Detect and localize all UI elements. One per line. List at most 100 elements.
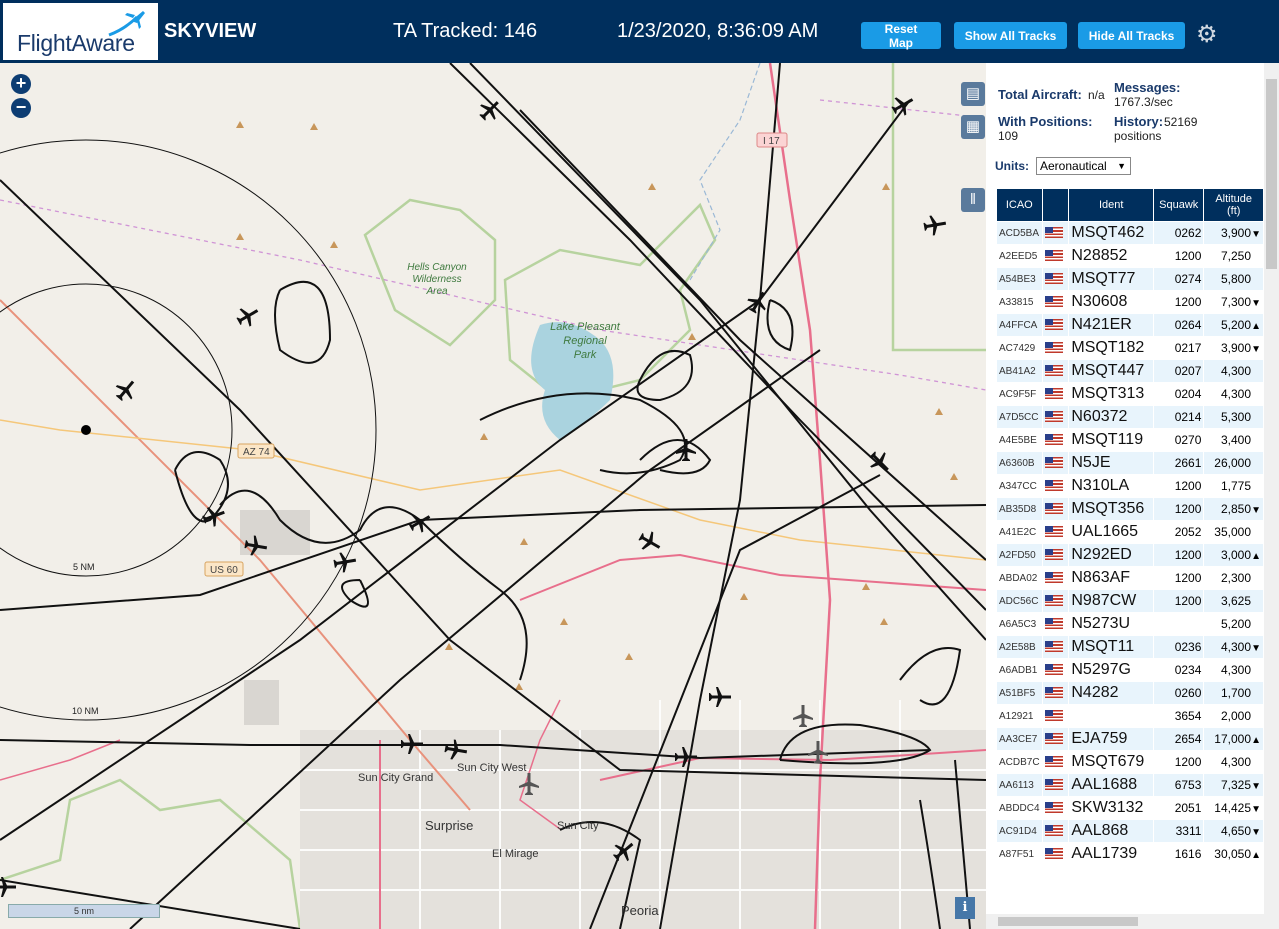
table-row[interactable]: A2FD50 N292ED 1200 3,000▲ xyxy=(997,544,1263,566)
grid-icon[interactable]: ▦ xyxy=(961,115,985,139)
table-row[interactable]: AC91D4 AAL868 3311 4,650▼ xyxy=(997,820,1263,842)
table-row[interactable]: A87F51 AAL1739 1616 30,050▲ xyxy=(997,843,1263,865)
aircraft-squawk: 2661 xyxy=(1153,452,1204,474)
table-row[interactable]: AB41A2 MSQT447 0207 4,300 xyxy=(997,360,1263,382)
aircraft-ident: N310LA xyxy=(1069,475,1153,497)
col-icao[interactable]: ICAO xyxy=(997,189,1042,221)
svg-text:Peoria: Peoria xyxy=(621,903,659,918)
aircraft-icon[interactable] xyxy=(233,302,262,330)
zoom-out-button[interactable]: − xyxy=(11,98,31,118)
table-row[interactable]: A6360B N5JE 2661 26,000 xyxy=(997,452,1263,474)
reset-map-button[interactable]: Reset Map xyxy=(861,22,941,50)
table-row[interactable]: A347CC N310LA 1200 1,775 xyxy=(997,475,1263,497)
aircraft-ident: N4282 xyxy=(1069,682,1153,704)
flag-icon xyxy=(1042,291,1069,313)
table-row[interactable]: A6A5C3 N5273U 5,200 xyxy=(997,613,1263,635)
aircraft-icon[interactable] xyxy=(111,375,140,405)
table-row[interactable]: A4FFCA N421ER 0264 5,200▲ xyxy=(997,314,1263,336)
altitude-value: 17,000 xyxy=(1214,732,1251,746)
table-row[interactable]: ACDB7C MSQT679 1200 4,300 xyxy=(997,751,1263,773)
aircraft-icao: A41E2C xyxy=(997,521,1042,543)
horizontal-scrollbar[interactable] xyxy=(986,914,1264,929)
aircraft-icon[interactable] xyxy=(793,705,813,727)
table-row[interactable]: A2E58B MSQT11 0236 4,300▼ xyxy=(997,636,1263,658)
aircraft-icao: A12921 xyxy=(997,705,1042,727)
gear-icon[interactable]: ⚙ xyxy=(1196,20,1218,49)
columns-icon[interactable]: ‖ xyxy=(961,188,985,212)
us-flag-icon xyxy=(1044,273,1063,285)
show-all-tracks-button[interactable]: Show All Tracks xyxy=(954,22,1067,49)
table-row[interactable]: ABDA02 N863AF 1200 2,300 xyxy=(997,567,1263,589)
table-row[interactable]: A6ADB1 N5297G 0234 4,300 xyxy=(997,659,1263,681)
table-row[interactable]: A51BF5 N4282 0260 1,700 xyxy=(997,682,1263,704)
map-canvas[interactable]: AZ 74 US 60 I 17 Hells Canyon Wilderness… xyxy=(0,63,986,929)
aircraft-icao: A4FFCA xyxy=(997,314,1042,336)
table-row[interactable]: AC7429 MSQT182 0217 3,900▼ xyxy=(997,337,1263,359)
aircraft-icon[interactable] xyxy=(922,213,947,237)
map-view[interactable]: AZ 74 US 60 I 17 Hells Canyon Wilderness… xyxy=(0,63,986,929)
aircraft-ident: N5297G xyxy=(1069,659,1153,681)
svg-text:Sun City West: Sun City West xyxy=(457,762,527,774)
table-row[interactable]: AA6113 AAL1688 6753 7,325▼ xyxy=(997,774,1263,796)
aircraft-table: ICAO Ident Squawk Altitude (ft) ACD5BA MSQ… xyxy=(996,188,1264,866)
aircraft-icon[interactable] xyxy=(475,95,505,125)
receiver-location xyxy=(81,425,91,435)
us60-label: US 60 xyxy=(210,565,238,576)
table-row[interactable]: A54BE3 MSQT77 0274 5,800 xyxy=(997,268,1263,290)
table-row[interactable]: AC9F5F MSQT313 0204 4,300 xyxy=(997,383,1263,405)
col-altitude[interactable]: Altitude (ft) xyxy=(1204,189,1263,221)
i17-label: I 17 xyxy=(763,136,780,147)
col-ident[interactable]: Ident xyxy=(1069,189,1153,221)
table-row[interactable]: AB35D8 MSQT356 1200 2,850▼ xyxy=(997,498,1263,520)
table-row[interactable]: ABDDC4 SKW3132 2051 14,425▼ xyxy=(997,797,1263,819)
col-squawk[interactable]: Squawk xyxy=(1153,189,1204,221)
table-row[interactable]: A41E2C UAL1665 2052 35,000 xyxy=(997,521,1263,543)
col-flag[interactable] xyxy=(1042,189,1069,221)
stream xyxy=(689,63,761,281)
altitude-value: 3,400 xyxy=(1220,433,1251,447)
us-flag-icon xyxy=(1044,411,1063,423)
table-row[interactable]: ACD5BA MSQT462 0262 3,900▼ xyxy=(997,222,1263,244)
map-layers-icon[interactable]: ▤ xyxy=(961,82,985,106)
flag-icon xyxy=(1042,222,1069,244)
hide-all-tracks-button[interactable]: Hide All Tracks xyxy=(1078,22,1185,49)
aircraft-ident: N292ED xyxy=(1069,544,1153,566)
table-row[interactable]: A2EED5 N28852 1200 7,250 xyxy=(997,245,1263,267)
sidebar-panel: Total Aircraft: n/a Messages: 1767.3/sec… xyxy=(986,63,1279,929)
table-row[interactable]: ADC56C N987CW 1200 3,625 xyxy=(997,590,1263,612)
altitude-value: 5,200 xyxy=(1220,318,1251,332)
units-label: Units: xyxy=(995,159,1029,173)
info-icon[interactable]: i xyxy=(955,897,975,919)
aircraft-icao: AB41A2 xyxy=(997,360,1042,382)
history-unit: positions xyxy=(1114,129,1162,143)
aircraft-ident: N30608 xyxy=(1069,291,1153,313)
aircraft-altitude: 4,300▼ xyxy=(1204,636,1263,658)
flag-icon xyxy=(1042,544,1069,566)
aircraft-icon[interactable] xyxy=(0,877,16,897)
flag-icon xyxy=(1042,429,1069,451)
aircraft-icao: A2FD50 xyxy=(997,544,1042,566)
zoom-in-button[interactable]: + xyxy=(11,74,31,94)
altitude-trend-icon: ▼ xyxy=(1251,804,1261,815)
altitude-value: 5,800 xyxy=(1220,272,1251,286)
table-row[interactable]: AA3CE7 EJA759 2654 17,000▲ xyxy=(997,728,1263,750)
aircraft-icon[interactable] xyxy=(635,528,664,556)
svg-text:Park: Park xyxy=(574,349,597,361)
table-row[interactable]: A33815 N30608 1200 7,300▼ xyxy=(997,291,1263,313)
aircraft-icon[interactable] xyxy=(865,447,895,477)
svg-text:Area: Area xyxy=(425,286,448,297)
svg-text:Sun City: Sun City xyxy=(557,820,599,832)
us-flag-icon xyxy=(1044,342,1063,354)
table-row[interactable]: A12921 3654 2,000 xyxy=(997,705,1263,727)
flightaware-logo[interactable]: FlightAware xyxy=(3,3,158,60)
aircraft-icao: AA3CE7 xyxy=(997,728,1042,750)
altitude-value: 5,200 xyxy=(1220,617,1251,631)
aircraft-icon[interactable] xyxy=(332,550,357,574)
aircraft-icon[interactable] xyxy=(709,687,731,707)
units-select[interactable]: Aeronautical ▼ xyxy=(1036,157,1131,175)
table-row[interactable]: A7D5CC N60372 0214 5,300 xyxy=(997,406,1263,428)
table-row[interactable]: A4E5BE MSQT119 0270 3,400 xyxy=(997,429,1263,451)
aircraft-icon[interactable] xyxy=(405,508,434,536)
us-flag-icon xyxy=(1044,848,1063,860)
vertical-scrollbar[interactable] xyxy=(1264,63,1279,929)
